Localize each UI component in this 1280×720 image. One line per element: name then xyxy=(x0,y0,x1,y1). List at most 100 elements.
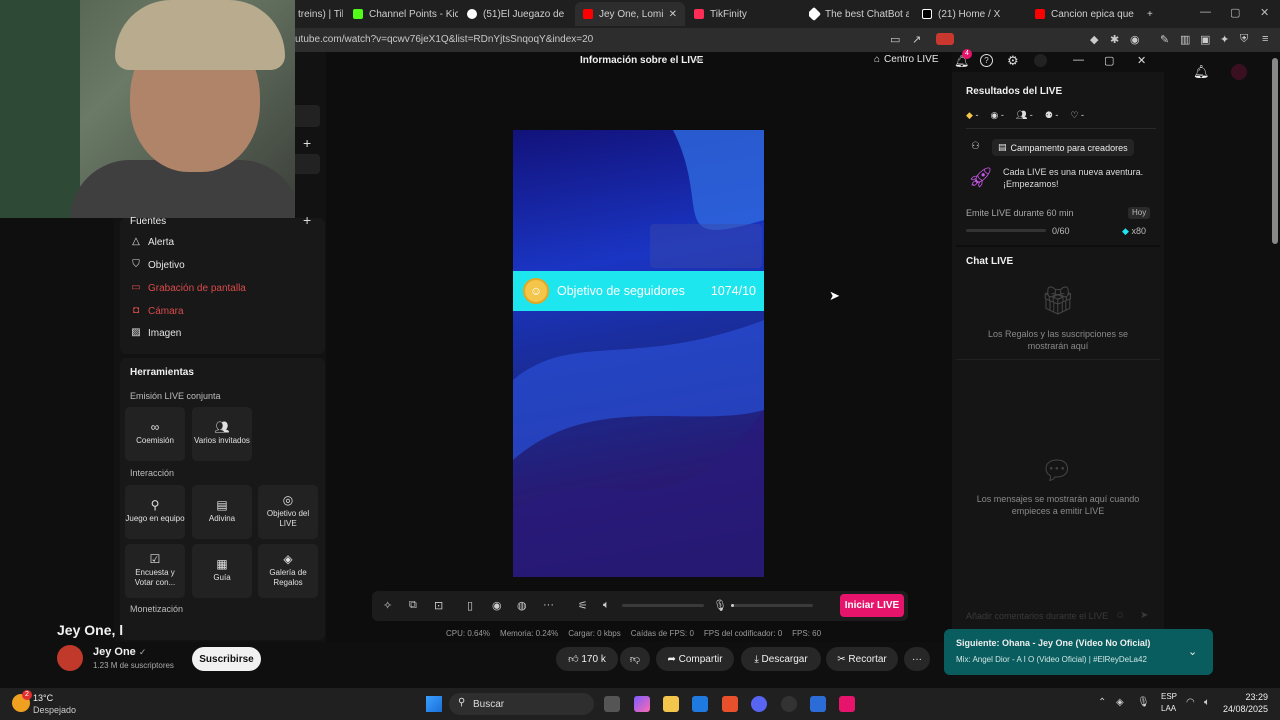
language-secondary[interactable]: LAA xyxy=(1161,704,1176,713)
effects-icon[interactable]: ⧉ xyxy=(409,599,417,612)
install-icon[interactable]: ▭ xyxy=(890,33,900,46)
download-button[interactable]: ⤓ Descargar xyxy=(741,647,821,671)
likes-metric[interactable]: ♡ - xyxy=(1070,110,1084,121)
url-text[interactable]: utube.com/watch?v=qcwv76jeX1Q&list=RDnYj… xyxy=(295,34,593,45)
extensions-icon[interactable]: ✱ xyxy=(1110,33,1119,46)
viewers-metric[interactable]: 👥︎ - xyxy=(1016,110,1033,121)
objetivo-live-button[interactable]: ◎ Objetivo del LIVE xyxy=(258,485,318,539)
share-arrow-icon[interactable]: ➦ xyxy=(695,55,703,66)
share-icon[interactable]: ↗ xyxy=(912,33,921,46)
speaker-icon[interactable]: 🔈︎ xyxy=(1204,697,1210,708)
sidebar-icon[interactable]: ▥ xyxy=(1180,33,1190,46)
start-live-button[interactable]: Iniciar LIVE xyxy=(840,594,904,617)
tab-tikfinity[interactable]: TikFinity xyxy=(694,4,794,24)
camera-ext-icon[interactable]: ◉ xyxy=(1130,33,1140,46)
share-button[interactable]: ➦ Compartir xyxy=(656,647,734,671)
galeria-regalos-button[interactable]: ◈ Galería de Regalos xyxy=(258,544,318,598)
vpn-icon[interactable]: ⛨ xyxy=(1240,33,1248,46)
phone-icon[interactable]: ▯ xyxy=(467,599,473,612)
follower-goal-widget[interactable]: ☺ Objetivo de seguidores 1074/10 xyxy=(513,271,764,311)
screenshot-icon[interactable]: ◍ xyxy=(517,599,527,612)
tab-chatbot[interactable]: The best ChatBot and xyxy=(809,4,909,24)
source-camara[interactable]: ◘ Cámara xyxy=(130,305,184,317)
wallet-icon[interactable]: ▣ xyxy=(1200,33,1210,46)
tab-tiktok[interactable]: treins) | Tik xyxy=(298,4,343,24)
discord-icon[interactable] xyxy=(751,696,767,712)
brave-shield-icon[interactable] xyxy=(936,33,954,45)
tab-cancion[interactable]: Cancion epica que usa xyxy=(1035,4,1135,24)
tiktok-studio-icon[interactable] xyxy=(839,696,855,712)
yt-avatar[interactable] xyxy=(1231,64,1247,80)
scrollbar-thumb[interactable] xyxy=(1272,58,1278,244)
encuesta-button[interactable]: ☑ Encuesta y Votar con... xyxy=(125,544,185,598)
source-alerta[interactable]: △ Alerta xyxy=(130,236,174,248)
centro-live-button[interactable]: ⌂ Centro LIVE xyxy=(874,54,939,65)
minimize-studio-icon[interactable]: — xyxy=(1073,54,1084,66)
chevron-down-icon[interactable]: ⌄ xyxy=(1188,645,1197,658)
avatar[interactable] xyxy=(1034,54,1047,67)
diamond-metric[interactable]: ◆ - xyxy=(966,110,978,121)
network-icon[interactable]: ◠ xyxy=(1186,697,1195,708)
more-options-icon[interactable]: ··· xyxy=(543,599,554,611)
followers-metric[interactable]: ⚉ - xyxy=(1045,110,1059,121)
clock-time[interactable]: 23:29 xyxy=(1222,692,1268,702)
source-objetivo[interactable]: ⛉ Objetivo xyxy=(130,259,184,271)
like-button[interactable]: 👍︎ 170 k xyxy=(556,647,618,671)
record-icon[interactable]: ◉ xyxy=(492,599,502,612)
clock-date[interactable]: 24/08/2025 xyxy=(1222,704,1268,714)
add-source-icon[interactable]: + xyxy=(303,212,311,228)
channel-name[interactable]: Jey One ✓ xyxy=(93,646,146,658)
menu-icon[interactable]: ≡ xyxy=(1262,33,1268,45)
store-icon[interactable] xyxy=(692,696,708,712)
settings-icon[interactable]: ⚙ xyxy=(1007,53,1019,69)
restore-icon[interactable]: ▢ xyxy=(1230,6,1240,19)
guia-button[interactable]: ▦ Guía xyxy=(192,544,252,598)
windows-start-icon[interactable] xyxy=(426,696,442,712)
extension-diamond-icon[interactable]: ◆ xyxy=(1090,33,1098,46)
app-icon[interactable] xyxy=(810,696,826,712)
tab-juegazo[interactable]: (51)El Juegazo de Terr xyxy=(467,4,567,24)
minimize-icon[interactable]: — xyxy=(1200,6,1211,18)
volume-icon[interactable]: 🔈︎ xyxy=(603,599,610,612)
task-view-icon[interactable] xyxy=(604,696,620,712)
live-info-title[interactable]: Información sobre el LIVE xyxy=(580,55,703,66)
close-tab-icon[interactable]: ✕ xyxy=(669,9,677,20)
volume-slider[interactable] xyxy=(622,604,704,607)
close-window-icon[interactable]: ✕ xyxy=(1260,6,1269,19)
tray-app-icon[interactable]: ◈ xyxy=(1116,697,1124,708)
more-actions-button[interactable]: ··· xyxy=(904,647,930,671)
brave-icon[interactable] xyxy=(722,696,738,712)
leo-icon[interactable]: ✦ xyxy=(1220,33,1229,46)
chat-input[interactable]: Añadir comentarios durante el LIVE xyxy=(966,611,1108,621)
tab-jey-one[interactable]: Jey One, Lomi ✕ xyxy=(575,2,685,26)
subscribe-button[interactable]: Suscribirse xyxy=(192,647,261,671)
adjust-icon[interactable]: ⚟ xyxy=(578,599,588,612)
chevron-up-icon[interactable]: ⌃ xyxy=(1098,697,1106,708)
clip-button[interactable]: ✂ Recortar xyxy=(826,647,898,671)
mic-slider[interactable] xyxy=(731,604,813,607)
source-grabacion[interactable]: ▭ Grabación de pantalla xyxy=(130,282,246,294)
varios-invitados-button[interactable]: 👥︎ Varios invitados xyxy=(192,407,252,461)
source-imagen[interactable]: ▨ Imagen xyxy=(130,327,181,339)
campaign-chip[interactable]: ▤ Campamento para creadores xyxy=(992,139,1134,156)
yt-bell-icon[interactable]: 🔔︎ xyxy=(1193,64,1210,80)
dislike-button[interactable]: 👎︎ xyxy=(620,647,650,671)
emoji-icon[interactable]: ☺ xyxy=(1115,610,1125,621)
up-next-box[interactable] xyxy=(944,629,1213,675)
language-primary[interactable]: ESP xyxy=(1161,692,1177,701)
adivina-button[interactable]: ▤ Adivina xyxy=(192,485,252,539)
tab-x[interactable]: (21) Home / X xyxy=(922,4,1022,24)
coemision-button[interactable]: ∞ Coemisión xyxy=(125,407,185,461)
maximize-studio-icon[interactable]: ▢ xyxy=(1104,54,1114,67)
add-scene-icon[interactable]: + xyxy=(303,135,311,151)
close-studio-icon[interactable]: ✕ xyxy=(1137,54,1146,67)
help-icon[interactable]: ? xyxy=(980,54,993,67)
pen-icon[interactable]: ✎ xyxy=(1160,33,1169,46)
magic-wand-icon[interactable]: ✧ xyxy=(383,599,392,612)
new-tab-button[interactable]: + xyxy=(1147,4,1159,24)
channel-avatar[interactable] xyxy=(57,645,83,671)
send-icon[interactable]: ➤ xyxy=(1140,610,1148,621)
copilot-icon[interactable] xyxy=(634,696,650,712)
microphone-icon[interactable]: 🎙︎ xyxy=(713,599,727,612)
coin-metric[interactable]: ◉ - xyxy=(990,110,1003,121)
